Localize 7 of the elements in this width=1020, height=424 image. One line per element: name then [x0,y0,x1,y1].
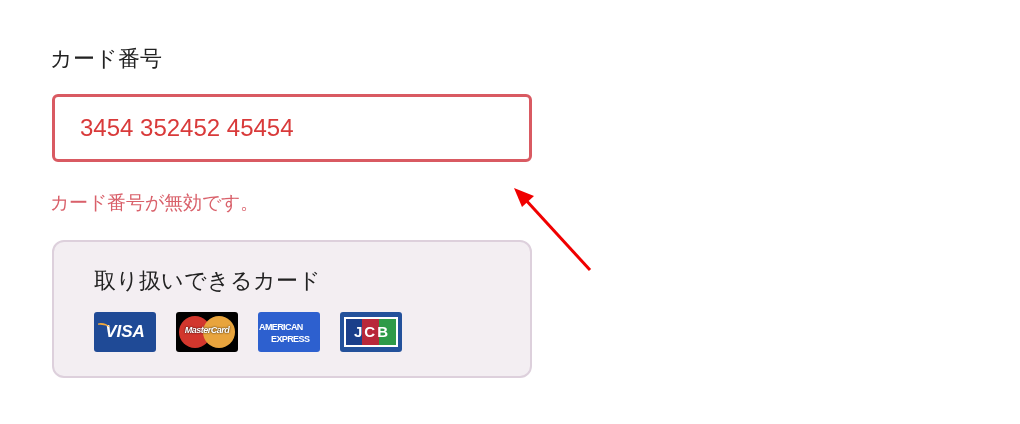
error-message: カード番号が無効です。 [50,190,260,215]
american-express-logo: AMERICAN EXPRESS [258,312,320,352]
panel-title: 取り扱いできるカード [94,267,322,295]
field-label: カード番号 [50,45,163,73]
card-number-field[interactable]: 3454 352452 45454 [52,94,532,162]
jcb-logo: JCB [340,312,402,352]
visa-logo: VISA [94,312,156,352]
